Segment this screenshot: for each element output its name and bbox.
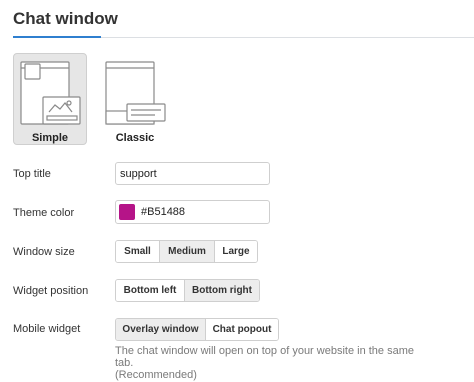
layout-option-classic-label: Classic (115, 132, 155, 144)
mobile-widget-help-text: The chat window will open on top of your… (115, 345, 435, 381)
top-title-input[interactable] (115, 162, 270, 185)
section-title: Chat window (13, 9, 118, 28)
window-size-medium-button[interactable]: Medium (159, 241, 214, 262)
simple-layout-icon (20, 61, 81, 125)
theme-color-value: #B51488 (141, 206, 186, 218)
window-size-label: Window size (13, 246, 75, 258)
widget-position-bottom-right-button[interactable]: Bottom right (184, 280, 259, 301)
section-title-underline (13, 36, 101, 38)
theme-color-field[interactable]: #B51488 (115, 200, 270, 224)
mobile-widget-overlay-window-button[interactable]: Overlay window (116, 319, 205, 340)
layout-option-simple-label: Simple (31, 132, 69, 144)
mobile-widget-selector: Overlay window Chat popout (115, 318, 279, 341)
widget-position-selector: Bottom left Bottom right (115, 279, 260, 302)
widget-position-bottom-left-button[interactable]: Bottom left (116, 280, 184, 301)
mobile-widget-chat-popout-button[interactable]: Chat popout (205, 319, 278, 340)
window-size-large-button[interactable]: Large (214, 241, 257, 262)
mobile-widget-label: Mobile widget (13, 323, 81, 335)
layout-option-simple[interactable]: Simple (13, 53, 87, 145)
mobile-widget-help-line-1: The chat window will open on top of your… (115, 345, 414, 369)
layout-option-classic[interactable]: Classic (98, 53, 172, 145)
theme-color-label: Theme color (13, 207, 75, 219)
section-header: Chat window (0, 0, 474, 38)
top-title-label: Top title (13, 168, 51, 180)
classic-layout-icon (105, 61, 166, 125)
widget-position-label: Widget position (13, 285, 89, 297)
theme-color-swatch[interactable] (119, 204, 135, 220)
window-size-small-button[interactable]: Small (116, 241, 159, 262)
window-size-selector: Small Medium Large (115, 240, 258, 263)
mobile-widget-help-line-2: (Recommended) (115, 369, 197, 381)
